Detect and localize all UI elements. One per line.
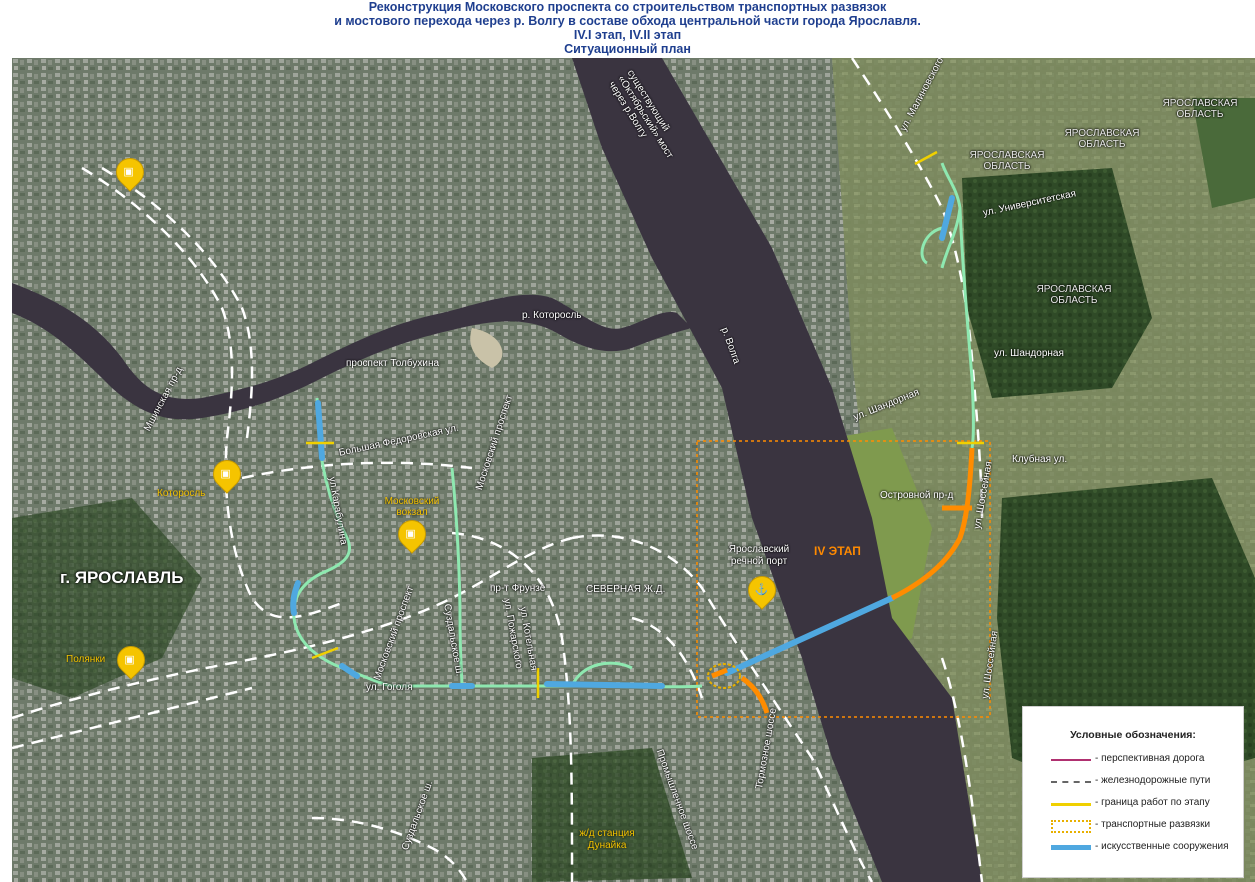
label-kotorosl-station: Которосль xyxy=(157,488,206,499)
map-header: Реконструкция Московского проспекта со с… xyxy=(0,0,1255,58)
label-region-2: ЯРОСЛАВСКАЯ ОБЛАСТЬ xyxy=(1064,128,1140,150)
legend-symbol-structures xyxy=(1051,845,1091,850)
legend-text-railway: - железнодорожные пути xyxy=(1095,775,1211,786)
train-icon: ▣ xyxy=(220,468,231,480)
label-city-yaroslavl: г. ЯРОСЛАВЛЬ xyxy=(60,568,184,587)
legend-title: Условные обозначения: xyxy=(1070,729,1196,741)
legend-text-interchange: - транспортные развязки xyxy=(1095,819,1211,830)
label-gogolya: ул. Гоголя xyxy=(366,682,413,693)
label-tolbukhin: проспект Толбухина xyxy=(346,358,440,369)
label-region-1: ЯРОСЛАВСКАЯ ОБЛАСТЬ xyxy=(969,150,1045,172)
label-region-4: ЯРОСЛАВСКАЯ ОБЛАСТЬ xyxy=(1036,284,1112,306)
header-title-line-1: Реконструкция Московского проспекта со с… xyxy=(368,0,887,14)
label-dunayka-station: ж/д станция Дунайка xyxy=(579,828,635,851)
anchor-icon: ⚓ xyxy=(754,584,769,596)
label-kotorosl-river: р. Которосль xyxy=(522,310,582,321)
label-moskovsky-vokzal: Московский вокзал xyxy=(384,496,440,518)
label-region-3: ЯРОСЛАВСКАЯ ОБЛАСТЬ xyxy=(1162,98,1238,120)
legend-symbol-interchange xyxy=(1051,820,1091,833)
legend-item-road: - перспективная дорога xyxy=(1051,753,1241,767)
legend-symbol-road xyxy=(1051,759,1091,761)
label-severnaya-zhd: СЕВЕРНАЯ Ж.Д. xyxy=(586,584,666,595)
label-klubnaya: Клубная ул. xyxy=(1012,454,1068,465)
train-icon: ▣ xyxy=(123,166,134,178)
label-river-port: Ярославский речной порт xyxy=(728,544,790,567)
train-icon: ▣ xyxy=(405,528,416,540)
legend-text-structures: - искусственные сооружения xyxy=(1095,841,1229,852)
map-legend: Условные обозначения: - перспективная до… xyxy=(1022,706,1244,878)
train-icon: ▣ xyxy=(124,654,135,666)
header-title-line-3: IV.I этап, IV.II этап xyxy=(573,28,682,42)
legend-symbol-boundary xyxy=(1051,803,1091,806)
legend-item-structures: - искусственные сооружения xyxy=(1051,841,1241,855)
legend-text-road: - перспективная дорога xyxy=(1095,753,1205,764)
legend-item-railway: - железнодорожные пути xyxy=(1051,775,1241,789)
label-frunze: пр-т Фрунзе xyxy=(490,583,546,594)
header-title-line-2: и мостового перехода через р. Волгу в со… xyxy=(334,14,921,28)
label-shandornaya-2: ул. Шандорная xyxy=(994,348,1064,359)
legend-symbol-railway xyxy=(1051,781,1091,783)
structure-tolbukhin xyxy=(315,400,325,461)
label-polyanki: Полянки xyxy=(66,654,106,665)
header-title-line-4: Ситуационный план xyxy=(564,42,691,56)
structure-severnaya xyxy=(544,681,665,689)
legend-text-boundary: - граница работ по этапу xyxy=(1095,797,1210,808)
label-ostrovnoy: Островной пр-д xyxy=(880,490,954,501)
legend-item-boundary: - граница работ по этапу xyxy=(1051,797,1241,811)
legend-item-interchange: - транспортные развязки xyxy=(1051,819,1241,833)
label-stage-4: IV ЭТАП xyxy=(814,544,861,558)
